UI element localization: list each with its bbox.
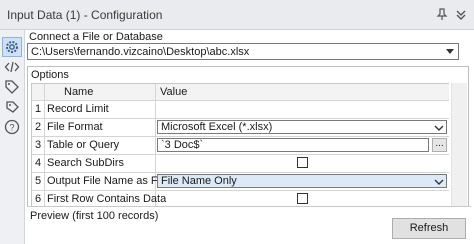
table-query-value: `3 Doc$` bbox=[161, 139, 204, 151]
code-icon bbox=[4, 61, 20, 73]
sidebar-code-button[interactable] bbox=[3, 58, 21, 76]
file-path-value: C:\Users\fernando.vizcaino\Desktop\abc.x… bbox=[31, 46, 250, 58]
output-file-name-value: File Name Only bbox=[161, 175, 237, 187]
sidebar: ? bbox=[0, 30, 25, 244]
file-path-combobox[interactable]: C:\Users\fernando.vizcaino\Desktop\abc.x… bbox=[27, 43, 459, 60]
row-number: 2 bbox=[35, 121, 42, 133]
window-title: Input Data (1) - Configuration bbox=[7, 8, 163, 22]
header-value-cell: Value bbox=[156, 84, 449, 100]
option-row-output-file-name[interactable]: 5 Output File Name as Field File Name On… bbox=[32, 173, 449, 191]
option-name: First Row Contains Data bbox=[47, 193, 167, 205]
option-row-search-subdirs[interactable]: 4 Search SubDirs bbox=[32, 155, 449, 173]
sidebar-configuration-button[interactable] bbox=[2, 37, 22, 57]
file-format-select[interactable]: Microsoft Excel (*.xlsx) bbox=[157, 120, 447, 134]
tag-icon bbox=[6, 101, 19, 113]
record-limit-input[interactable] bbox=[156, 101, 449, 118]
table-query-input[interactable]: `3 Doc$` bbox=[157, 138, 429, 152]
options-grid: Name Value 1 Record Limit 2 File Format … bbox=[31, 83, 449, 209]
row-number: 3 bbox=[35, 139, 42, 151]
option-name: Search SubDirs bbox=[47, 157, 125, 169]
file-format-value: Microsoft Excel (*.xlsx) bbox=[161, 121, 273, 133]
header-name-cell: Name bbox=[44, 84, 156, 100]
preview-bar: Preview (first 100 records) Refresh bbox=[27, 206, 471, 243]
search-subdirs-checkbox[interactable] bbox=[297, 157, 308, 168]
option-row-record-limit[interactable]: 1 Record Limit bbox=[32, 101, 449, 119]
row-number: 6 bbox=[35, 193, 42, 205]
row-number: 5 bbox=[35, 175, 42, 187]
chevron-down-icon[interactable] bbox=[454, 7, 468, 21]
help-icon: ? bbox=[4, 119, 20, 135]
pin-icon[interactable] bbox=[435, 7, 449, 21]
chevron-down-icon[interactable] bbox=[443, 45, 457, 58]
browse-button[interactable]: ... bbox=[432, 138, 447, 152]
header-value: Value bbox=[160, 86, 188, 98]
sidebar-metainfo-button[interactable] bbox=[3, 98, 21, 116]
preview-label: Preview (first 100 records) bbox=[30, 210, 159, 222]
first-row-data-checkbox[interactable] bbox=[297, 193, 308, 204]
grid-header: Name Value bbox=[32, 84, 449, 101]
svg-text:?: ? bbox=[9, 123, 14, 133]
sidebar-annotation-button[interactable] bbox=[3, 78, 21, 96]
output-file-name-select[interactable]: File Name Only bbox=[157, 174, 447, 188]
chevron-down-icon[interactable] bbox=[434, 177, 444, 187]
chevron-down-icon[interactable] bbox=[434, 123, 444, 133]
connect-label: Connect a File or Database bbox=[29, 31, 163, 43]
option-row-table-query[interactable]: 3 Table or Query `3 Doc$` ... bbox=[32, 137, 449, 155]
option-name: Table or Query bbox=[47, 139, 120, 151]
option-row-file-format[interactable]: 2 File Format Microsoft Excel (*.xlsx) bbox=[32, 119, 449, 137]
window-titlebar: Input Data (1) - Configuration bbox=[0, 0, 474, 30]
header-name: Name bbox=[64, 86, 94, 98]
options-label: Options bbox=[31, 69, 69, 81]
gear-icon bbox=[6, 41, 18, 53]
option-name: Record Limit bbox=[47, 103, 109, 115]
refresh-button[interactable]: Refresh bbox=[392, 218, 466, 239]
configuration-panel: Connect a File or Database C:\Users\fern… bbox=[25, 30, 474, 244]
row-number: 1 bbox=[35, 103, 42, 115]
option-name: File Format bbox=[47, 121, 103, 133]
sidebar-help-button[interactable]: ? bbox=[3, 118, 21, 136]
tag-outline-icon bbox=[5, 80, 19, 94]
row-number: 4 bbox=[35, 157, 42, 169]
